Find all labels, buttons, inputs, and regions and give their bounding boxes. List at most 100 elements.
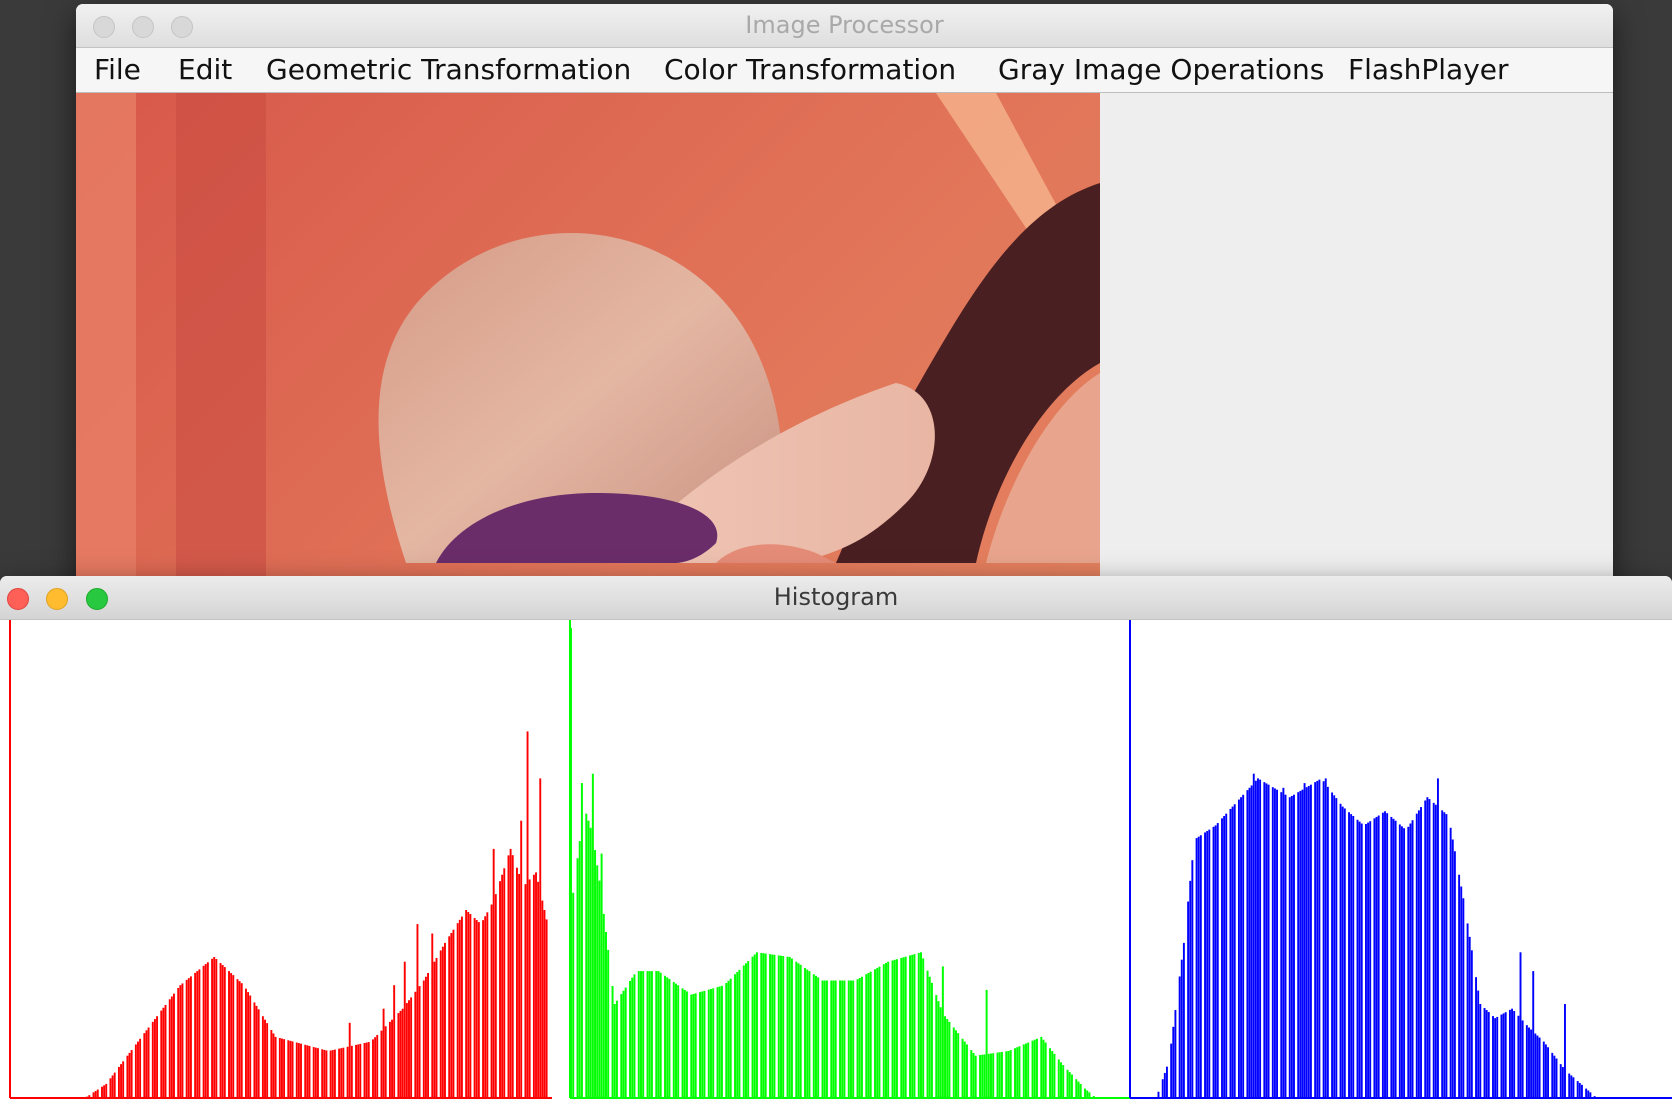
green-bar: [1035, 1038, 1038, 1098]
blue-bar: [1428, 799, 1431, 1098]
main-titlebar[interactable]: Image Processor: [76, 4, 1613, 48]
red-bar: [439, 950, 442, 1098]
green-bar: [591, 773, 594, 1098]
blue-bar: [1576, 1081, 1579, 1098]
green-bar: [806, 969, 809, 1098]
blue-bar: [1449, 827, 1452, 1098]
menu-gray-image-operations[interactable]: Gray Image Operations: [998, 48, 1324, 92]
blue-bar: [1519, 952, 1522, 1098]
red-bar: [139, 1038, 142, 1098]
red-bar: [109, 1078, 112, 1098]
red-bar: [473, 918, 476, 1098]
blue-bar: [1538, 1037, 1541, 1098]
green-bar: [600, 853, 603, 1098]
blue-bar: [1324, 778, 1327, 1098]
red-bar: [147, 1027, 150, 1098]
menu-geometric-transformation[interactable]: Geometric Transformation: [266, 48, 631, 92]
red-bar: [179, 985, 182, 1098]
blue-bar: [1293, 794, 1295, 1098]
green-bar: [769, 954, 772, 1098]
green-bar: [580, 783, 583, 1098]
blue-bar: [1398, 824, 1401, 1098]
menu-edit[interactable]: Edit: [178, 48, 232, 92]
histogram-chart: [9, 620, 1672, 1099]
green-bar: [760, 952, 763, 1098]
green-bar: [957, 1033, 960, 1098]
red-bar: [245, 988, 247, 1098]
red-bar: [134, 1044, 137, 1098]
green-bar: [1060, 1062, 1062, 1098]
red-bar: [427, 972, 429, 1098]
red-bar: [306, 1045, 309, 1098]
green-bar: [762, 953, 765, 1098]
green-bar: [1068, 1072, 1071, 1098]
red-bar: [477, 922, 480, 1098]
green-bar: [856, 979, 859, 1098]
green-bar: [1088, 1092, 1091, 1098]
red-bar: [189, 976, 192, 1098]
blue-bar: [1536, 1035, 1539, 1098]
blue-bar: [1409, 823, 1412, 1098]
green-bar: [1077, 1081, 1080, 1098]
green-bar: [637, 971, 640, 1098]
red-bar: [414, 991, 417, 1098]
red-bar: [545, 919, 548, 1098]
blue-bar: [1593, 1096, 1596, 1098]
blue-bar: [1492, 1016, 1494, 1098]
menu-flashplayer[interactable]: FlashPlayer: [1348, 48, 1509, 92]
blue-bar: [1318, 779, 1321, 1098]
green-bar: [734, 974, 737, 1098]
green-bar: [596, 865, 599, 1098]
blue-bar: [1276, 789, 1278, 1098]
red-bar: [401, 1008, 404, 1098]
green-bar: [895, 959, 898, 1098]
green-bar: [1005, 1051, 1008, 1098]
red-bar: [346, 1046, 349, 1098]
red-bar: [257, 1009, 260, 1098]
blue-bar: [1267, 784, 1270, 1098]
red-bar: [467, 912, 470, 1098]
blue-bar: [1189, 880, 1192, 1098]
green-bar: [718, 986, 721, 1098]
green-bar: [843, 980, 846, 1098]
menu-file[interactable]: File: [94, 48, 141, 92]
green-bar: [812, 974, 815, 1098]
blue-bar: [1386, 813, 1389, 1098]
red-bar: [410, 997, 413, 1098]
red-bar: [537, 881, 540, 1098]
green-bar: [965, 1044, 968, 1098]
red-bar: [101, 1086, 103, 1098]
red-bar: [145, 1030, 148, 1098]
red-bar: [424, 976, 427, 1098]
green-bar: [650, 971, 653, 1098]
red-bar: [492, 848, 495, 1098]
red-bar: [359, 1043, 362, 1098]
green-bar: [1051, 1051, 1054, 1098]
green-bar: [970, 1050, 973, 1098]
green-bar: [830, 980, 833, 1098]
menu-color-transformation[interactable]: Color Transformation: [664, 48, 956, 92]
green-bar: [587, 820, 590, 1098]
green-bar: [578, 841, 581, 1098]
green-bar: [893, 959, 896, 1098]
red-bar: [323, 1049, 326, 1098]
blue-bar: [1426, 797, 1429, 1098]
green-bar: [1075, 1079, 1078, 1098]
blue-bar: [1180, 959, 1183, 1098]
blue-bar: [1407, 826, 1410, 1098]
blue-bar: [1417, 810, 1420, 1098]
red-bar: [162, 1007, 165, 1098]
green-bar: [797, 963, 800, 1098]
blue-bar: [1199, 835, 1202, 1098]
blue-bar: [1403, 828, 1406, 1098]
red-bar: [92, 1092, 95, 1098]
histogram-titlebar[interactable]: Histogram: [0, 576, 1672, 620]
blue-bar: [1221, 818, 1223, 1098]
green-bar: [1062, 1065, 1065, 1098]
green-bar: [1014, 1048, 1017, 1098]
green-bar: [1033, 1039, 1036, 1098]
blue-bar: [1483, 1008, 1486, 1098]
green-bar: [795, 961, 798, 1098]
red-bar: [255, 1005, 258, 1098]
red-bar: [535, 872, 537, 1098]
